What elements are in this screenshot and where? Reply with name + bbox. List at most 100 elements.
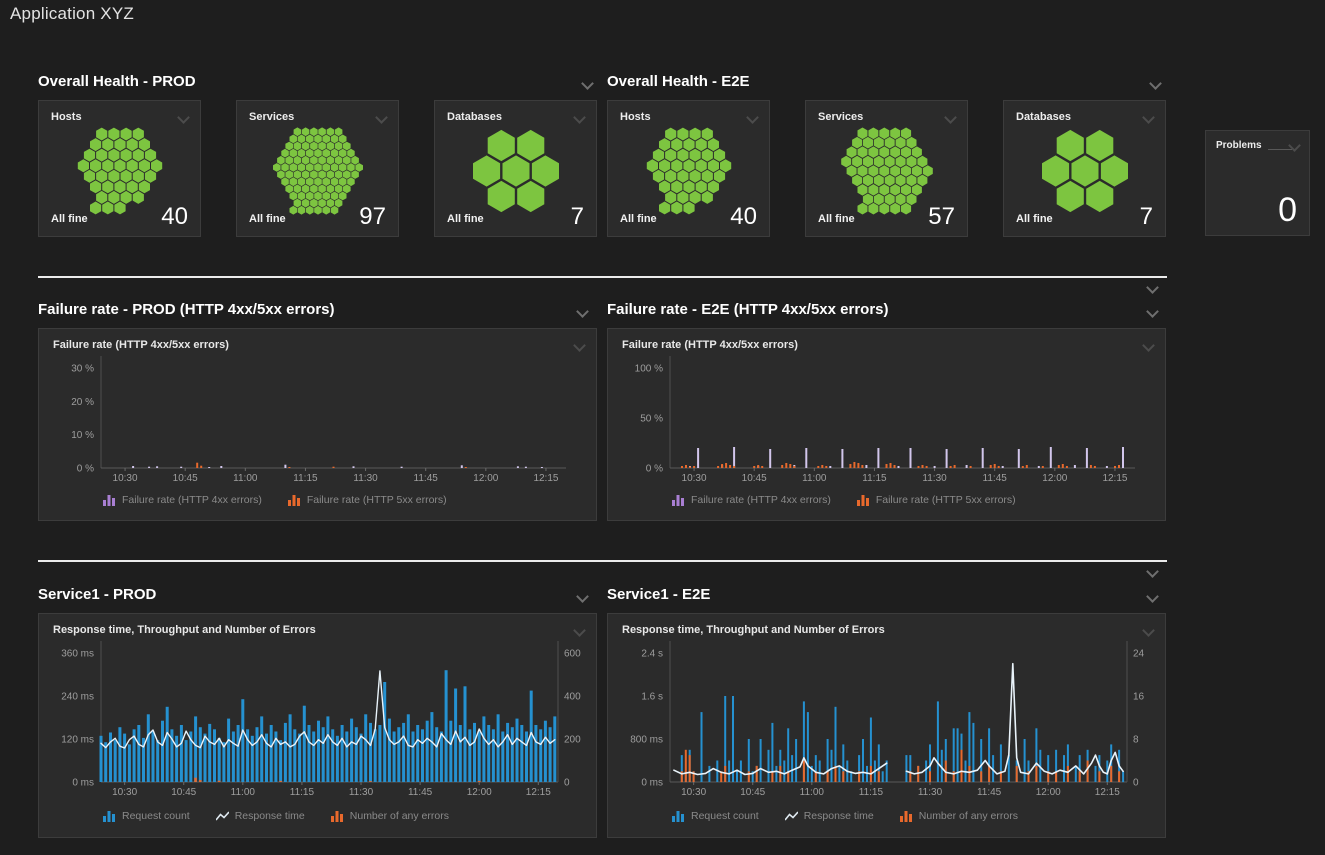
svg-text:12:00: 12:00	[473, 473, 498, 484]
svg-text:0 %: 0 %	[646, 464, 663, 475]
svg-text:10:30: 10:30	[113, 473, 138, 484]
status-label: All fine	[51, 213, 88, 229]
legend-item[interactable]: Number of any errors	[900, 810, 1018, 822]
legend-item[interactable]: Failure rate (HTTP 4xx errors)	[103, 494, 262, 506]
health-honeycomb	[58, 127, 182, 215]
health-honeycomb	[454, 127, 578, 215]
chevron-down-icon[interactable]	[746, 111, 759, 124]
failure-prod-chart-tile[interactable]: Failure rate (HTTP 4xx/5xx errors) 30 %2…	[38, 328, 597, 521]
chevron-down-icon[interactable]	[1146, 565, 1159, 578]
svg-text:50 %: 50 %	[640, 414, 663, 425]
chevron-down-icon[interactable]	[177, 111, 190, 124]
health-tile-services-e2e[interactable]: Services All fine57	[805, 100, 968, 237]
svg-text:0 %: 0 %	[77, 464, 94, 475]
legend-item[interactable]: Request count	[672, 810, 759, 822]
svg-text:10:45: 10:45	[742, 473, 767, 484]
chevron-down-icon[interactable]	[573, 111, 586, 124]
bar-series-icon	[288, 495, 301, 506]
failure-e2e-chart[interactable]: 100 %50 %0 %10:3010:4511:0011:1511:3011:…	[608, 329, 1165, 520]
chevron-down-icon[interactable]	[1149, 77, 1162, 90]
bar-series-icon	[103, 811, 116, 822]
bar-series-icon	[672, 495, 685, 506]
svg-text:10:45: 10:45	[173, 473, 198, 484]
health-tile-databases-prod[interactable]: Databases All fine7	[434, 100, 597, 237]
svg-text:11:45: 11:45	[408, 787, 433, 798]
service-e2e-chart-tile[interactable]: Response time, Throughput and Number of …	[607, 613, 1166, 838]
legend-item[interactable]: Number of any errors	[331, 810, 449, 822]
svg-text:200: 200	[564, 735, 581, 746]
svg-text:360 ms: 360 ms	[61, 649, 94, 660]
legend-label: Failure rate (HTTP 5xx errors)	[876, 494, 1016, 506]
section-title-health-prod: Overall Health - PROD	[38, 73, 196, 90]
legend-item[interactable]: Response time	[785, 810, 874, 822]
failure-e2e-chart-tile[interactable]: Failure rate (HTTP 4xx/5xx errors) 100 %…	[607, 328, 1166, 521]
svg-text:20 %: 20 %	[71, 397, 94, 408]
svg-text:24: 24	[1133, 649, 1145, 660]
svg-text:11:15: 11:15	[859, 787, 884, 798]
problems-tile[interactable]: Problems 0	[1205, 130, 1310, 236]
section-title-failure-prod: Failure rate - PROD (HTTP 4xx/5xx errors…	[38, 301, 335, 318]
chevron-down-icon[interactable]	[1146, 590, 1159, 603]
problems-sparkline	[1268, 149, 1292, 150]
svg-text:11:45: 11:45	[414, 473, 439, 484]
service-prod-chart-tile[interactable]: Response time, Throughput and Number of …	[38, 613, 597, 838]
legend-item[interactable]: Failure rate (HTTP 5xx errors)	[857, 494, 1016, 506]
svg-text:12:15: 12:15	[1095, 787, 1120, 798]
dashboard-title: Application XYZ	[10, 4, 134, 24]
health-tile-databases-e2e[interactable]: Databases All fine7	[1003, 100, 1166, 237]
entity-count: 57	[928, 205, 955, 229]
chevron-down-icon[interactable]	[576, 305, 589, 318]
svg-text:10:45: 10:45	[171, 787, 196, 798]
tile-title: Hosts	[51, 111, 82, 123]
tile-title: Databases	[1016, 111, 1071, 123]
svg-text:2.4 s: 2.4 s	[641, 649, 663, 660]
svg-text:10:30: 10:30	[112, 787, 137, 798]
svg-text:30 %: 30 %	[71, 364, 94, 375]
svg-text:12:00: 12:00	[1036, 787, 1061, 798]
legend-label: Number of any errors	[350, 810, 449, 822]
bar-series-icon	[103, 495, 116, 506]
service-e2e-chart[interactable]: 2.4 s1.6 s800 ms0 ms24168010:3010:4511:0…	[608, 614, 1165, 837]
svg-text:100 %: 100 %	[635, 364, 663, 375]
legend-item[interactable]: Failure rate (HTTP 4xx errors)	[672, 494, 831, 506]
section-title-health-e2e: Overall Health - E2E	[607, 73, 750, 90]
chevron-down-icon[interactable]	[944, 111, 957, 124]
problems-count: 0	[1278, 193, 1297, 227]
svg-text:12:15: 12:15	[533, 473, 558, 484]
entity-count: 40	[730, 205, 757, 229]
svg-text:11:30: 11:30	[353, 473, 378, 484]
legend-item[interactable]: Request count	[103, 810, 190, 822]
legend-label: Failure rate (HTTP 5xx errors)	[307, 494, 447, 506]
tile-title: Databases	[447, 111, 502, 123]
svg-text:240 ms: 240 ms	[61, 692, 94, 703]
svg-text:12:15: 12:15	[526, 787, 551, 798]
chevron-down-icon[interactable]	[1146, 305, 1159, 318]
legend-item[interactable]: Response time	[216, 810, 305, 822]
entity-count: 7	[571, 205, 584, 229]
chevron-down-icon[interactable]	[581, 77, 594, 90]
svg-text:16: 16	[1133, 692, 1145, 703]
svg-text:11:00: 11:00	[802, 473, 827, 484]
section-title-service-e2e: Service1 - E2E	[607, 586, 710, 603]
section-divider	[38, 276, 1167, 278]
legend-label: Request count	[122, 810, 190, 822]
chevron-down-icon[interactable]	[1142, 111, 1155, 124]
svg-text:11:30: 11:30	[349, 787, 374, 798]
health-tile-hosts-prod[interactable]: Hosts All fine40	[38, 100, 201, 237]
failure-prod-chart[interactable]: 30 %20 %10 %0 %10:3010:4511:0011:1511:30…	[39, 329, 596, 520]
tile-title: Hosts	[620, 111, 651, 123]
legend-item[interactable]: Failure rate (HTTP 5xx errors)	[288, 494, 447, 506]
chevron-down-icon[interactable]	[375, 111, 388, 124]
svg-text:11:45: 11:45	[983, 473, 1008, 484]
legend-label: Failure rate (HTTP 4xx errors)	[122, 494, 262, 506]
entity-count: 97	[359, 205, 386, 229]
health-tile-services-prod[interactable]: Services All fine97	[236, 100, 399, 237]
service-prod-chart[interactable]: 360 ms240 ms120 ms0 ms600400200010:3010:…	[39, 614, 596, 837]
health-tile-hosts-e2e[interactable]: Hosts All fine40	[607, 100, 770, 237]
bar-series-icon	[900, 811, 913, 822]
chevron-down-icon[interactable]	[576, 590, 589, 603]
chart-legend: Failure rate (HTTP 4xx errors) Failure ra…	[672, 494, 1016, 506]
chevron-down-icon[interactable]	[1146, 281, 1159, 294]
svg-text:12:00: 12:00	[1042, 473, 1067, 484]
chart-legend: Request count Response time Number of any …	[672, 810, 1018, 822]
